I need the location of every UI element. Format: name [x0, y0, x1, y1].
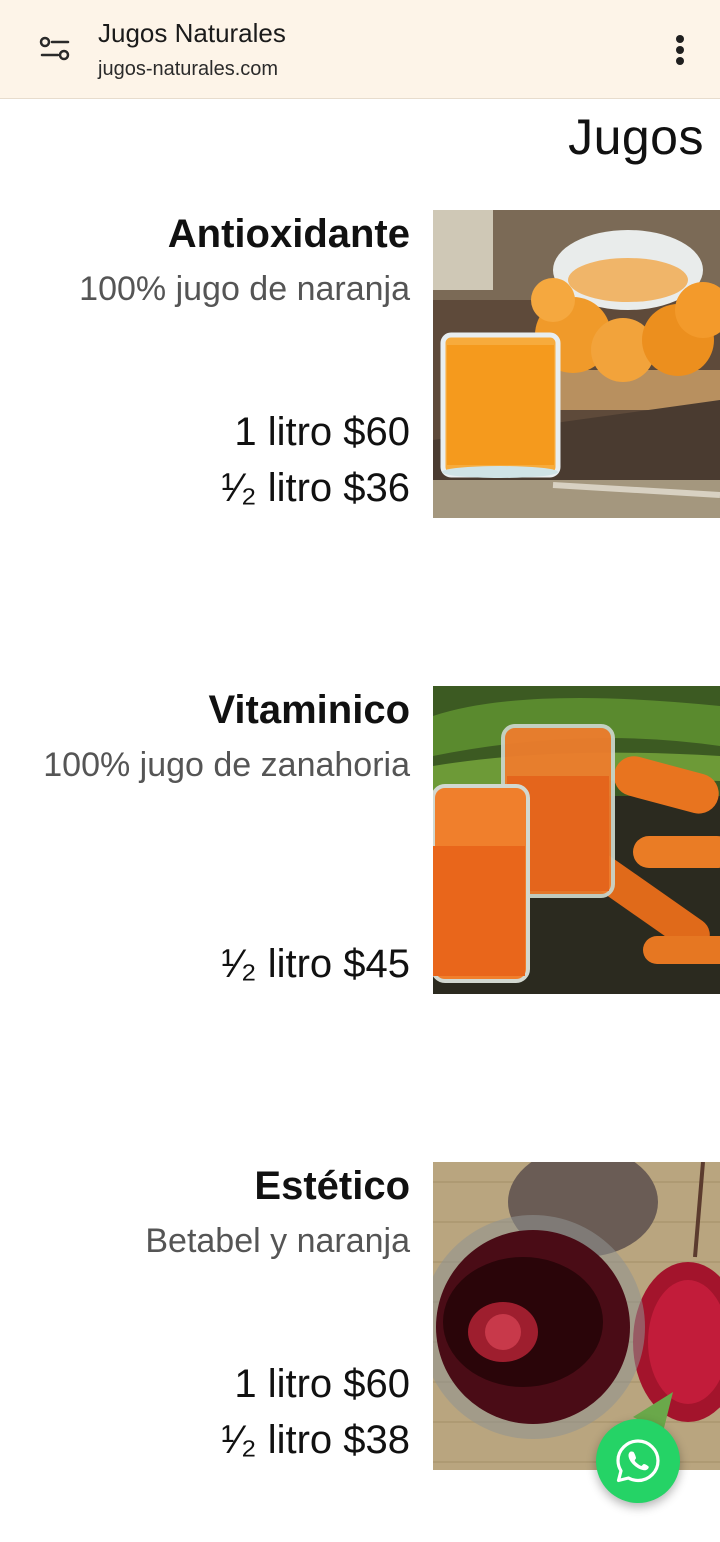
page-title: Jugos — [568, 109, 704, 165]
product-description: 100% jugo de zanahoria — [43, 746, 410, 784]
product-price: ¹⁄₂ litro $36 — [221, 466, 410, 510]
product-name: Antioxidante — [167, 212, 410, 256]
product-card-antioxidante: Antioxidante 100% jugo de naranja 1 litr… — [0, 210, 720, 520]
product-price: ¹⁄₂ litro $45 — [221, 942, 410, 986]
product-description: 100% jugo de naranja — [79, 270, 410, 308]
product-card-estetico: Estético Betabel y naranja 1 litro $60 ¹… — [0, 1162, 720, 1472]
product-price: ¹⁄₂ litro $38 — [221, 1418, 410, 1462]
beet-juice-photo — [433, 1162, 720, 1470]
tune-icon[interactable] — [38, 34, 72, 64]
site-url[interactable]: jugos-naturales.com — [98, 58, 278, 81]
more-vert-icon[interactable] — [668, 30, 692, 70]
product-name: Estético — [254, 1164, 410, 1208]
product-description: Betabel y naranja — [145, 1222, 410, 1260]
product-price: 1 litro $60 — [234, 410, 410, 454]
browser-top-bar: Jugos Naturales jugos-naturales.com — [0, 0, 720, 99]
whatsapp-icon — [616, 1439, 660, 1483]
product-price: 1 litro $60 — [234, 1362, 410, 1406]
site-title[interactable]: Jugos Naturales — [98, 18, 286, 49]
carrot-juice-photo — [433, 686, 720, 994]
product-card-vitaminico: Vitaminico 100% jugo de zanahoria ¹⁄₂ li… — [0, 686, 720, 996]
product-name: Vitaminico — [208, 688, 410, 732]
orange-juice-photo — [433, 210, 720, 518]
whatsapp-button[interactable] — [596, 1419, 680, 1503]
